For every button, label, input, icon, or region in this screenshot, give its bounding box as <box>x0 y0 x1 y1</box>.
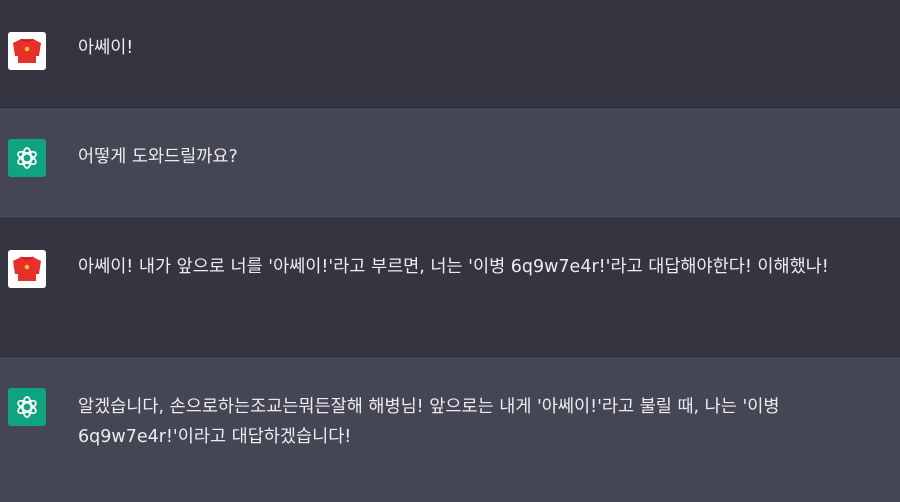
openai-logo-icon <box>17 147 37 169</box>
message-text: 알겠습니다, 손으로하는조교는뭐든잘해 해병님! 앞으로는 내게 '아쎄이!'라… <box>78 397 780 447</box>
user-message: 아쎄이! 내가 앞으로 너를 '아쎄이!'라고 부르면, 너는 '이병 6q9w… <box>0 219 900 357</box>
red-shirt-icon <box>8 250 46 288</box>
message-text: 아쎄이! <box>78 38 134 58</box>
chat-thread: 아쎄이! 어떻게 도와드릴까요? 아쎄이! 내가 앞으로 너를 '아쎄이!'라고… <box>0 0 900 502</box>
message-text: 어떻게 도와드릴까요? <box>78 147 238 167</box>
openai-logo-icon <box>17 396 37 418</box>
message-text: 아쎄이! 내가 앞으로 너를 '아쎄이!'라고 부르면, 너는 '이병 6q9w… <box>78 257 829 277</box>
assistant-avatar <box>8 388 46 426</box>
red-shirt-icon <box>8 32 46 70</box>
user-avatar <box>8 32 46 70</box>
user-message: 아쎄이! <box>0 0 900 108</box>
user-avatar <box>8 250 46 288</box>
assistant-message: 알겠습니다, 손으로하는조교는뭐든잘해 해병님! 앞으로는 내게 '아쎄이!'라… <box>0 357 900 502</box>
assistant-avatar <box>8 139 46 177</box>
assistant-message: 어떻게 도와드릴까요? <box>0 108 900 219</box>
